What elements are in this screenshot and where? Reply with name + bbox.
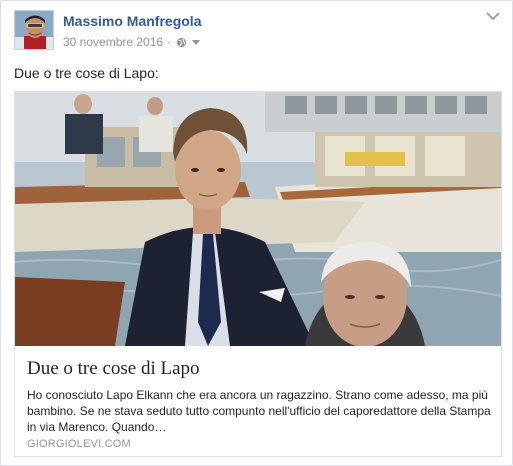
link-title[interactable]: Due o tre cose di Lapo bbox=[27, 358, 200, 380]
post-header: Massimo Manfregola 30 novembre 2016 · bbox=[14, 10, 502, 54]
avatar[interactable] bbox=[14, 10, 54, 50]
post-date[interactable]: 30 novembre 2016 bbox=[63, 35, 163, 49]
globe-icon bbox=[176, 37, 187, 47]
link-preview[interactable]: Due o tre cose di Lapo Ho conosciuto Lap… bbox=[14, 91, 502, 457]
link-preview-body[interactable]: Due o tre cose di Lapo Ho conosciuto Lap… bbox=[15, 346, 501, 456]
chevron-down-icon[interactable] bbox=[486, 11, 500, 21]
post-text: Due o tre cose di Lapo: bbox=[14, 65, 159, 81]
post-meta: 30 novembre 2016 · bbox=[63, 35, 201, 49]
link-preview-image[interactable] bbox=[15, 92, 501, 346]
meta-separator: · bbox=[167, 35, 172, 49]
link-description: Ho conosciuto Lapo Elkann che era ancora… bbox=[27, 388, 491, 434]
audience-selector-icon[interactable] bbox=[192, 40, 201, 45]
post-card: Massimo Manfregola 30 novembre 2016 · Du… bbox=[0, 0, 513, 466]
link-domain: GIORGIOLEVI.COM bbox=[27, 438, 131, 450]
author-name[interactable]: Massimo Manfregola bbox=[63, 13, 201, 29]
